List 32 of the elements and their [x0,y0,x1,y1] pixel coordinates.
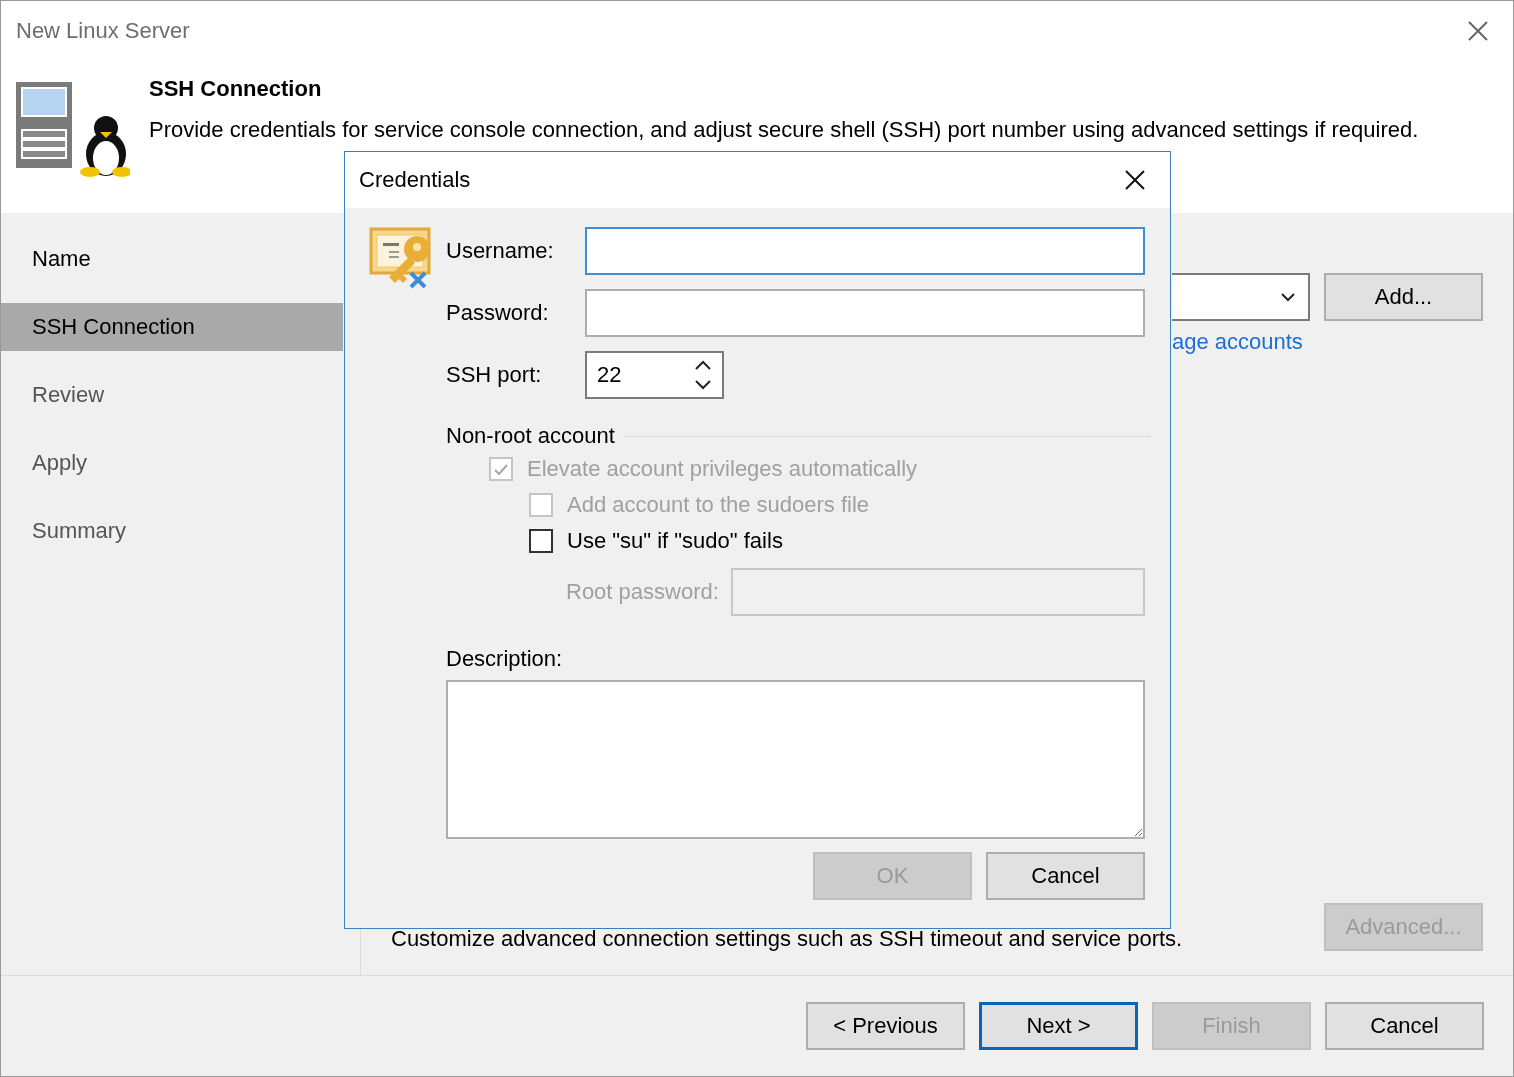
field-label: Description: [446,646,564,672]
spinner-arrows-icon [694,360,712,390]
close-icon[interactable] [1124,169,1146,191]
checkbox-label: Use "su" if "sudo" fails [567,528,783,554]
field-label: Root password: [566,579,719,605]
add-button[interactable]: Add... [1324,273,1483,321]
port-spinner[interactable]: 22 [585,351,724,399]
section-heading: Non-root account [446,423,615,449]
checkbox-label: Add account to the sudoers file [567,492,870,518]
window-title: New Linux Server [16,17,190,44]
checkbox-label: Elevate account privileges automatically [527,456,918,482]
field-label: Username: [446,238,555,264]
field-label: Password: [446,300,550,326]
advanced-description: Customize advanced connection settings such as SSH timeout and service ports. [391,927,1183,951]
previous-button[interactable]: < Previous [806,1002,965,1050]
chevron-down-icon [1280,292,1296,302]
dialog-title: Credentials [359,167,471,193]
certificate-key-icon [369,225,433,289]
server-penguin-icon [14,80,130,180]
account-dropdown[interactable] [1172,273,1310,321]
manage-accounts-link[interactable]: age accounts [1172,329,1310,355]
cancel-button[interactable]: Cancel [986,852,1145,900]
description-field[interactable] [446,680,1145,839]
page-title: SSH Connection [149,76,323,102]
input-field[interactable] [585,289,1145,337]
field-label: SSH port: [446,362,543,388]
next-button[interactable]: Next > [979,1002,1138,1050]
page-description: Provide credentials for service console connection, and adjust secure shell (SSH) port number using advanced settings if required. [149,116,1420,144]
wizard-step[interactable]: Name [1,235,343,283]
wizard-step[interactable]: SSH Connection [1,303,343,351]
cancel-button[interactable]: Cancel [1325,1002,1484,1050]
input-field[interactable] [585,227,1145,275]
